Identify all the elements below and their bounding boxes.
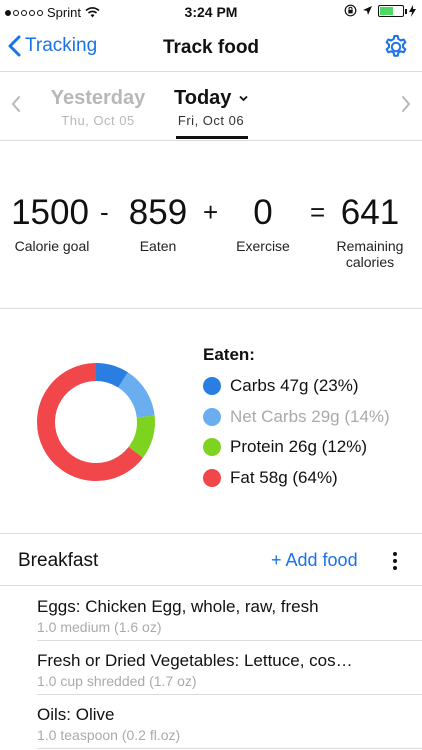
calorie-goal-value: 1500 — [11, 193, 89, 232]
more-options-icon[interactable] — [393, 552, 397, 570]
equals-operator: = — [310, 197, 326, 227]
rotation-lock-icon — [344, 4, 357, 17]
food-serving: 1.0 medium (1.6 oz) — [37, 619, 162, 635]
minus-operator: - — [100, 197, 109, 227]
food-item[interactable]: Eggs: Chicken Egg, whole, raw, fresh 1.0… — [37, 587, 422, 641]
exercise-label: Exercise — [236, 238, 290, 254]
food-serving: 1.0 teaspoon (0.2 fl.oz) — [37, 727, 181, 743]
legend-item-carbs: Carbs 47g (23%) — [203, 371, 390, 402]
food-name: Eggs: Chicken Egg, whole, raw, fresh — [37, 597, 319, 616]
day-date: Thu, Oct 05 — [61, 113, 135, 128]
today-tab[interactable]: Today Fri, Oct 06 — [170, 87, 252, 128]
food-name: Oils: Olive — [37, 705, 115, 724]
donut-segment-net-carbs — [117, 372, 155, 418]
page-title: Track food — [162, 37, 260, 58]
meal-header-breakfast: Breakfast + Add food — [0, 534, 422, 586]
nav-bar: Tracking Track food — [0, 24, 422, 72]
eaten-label: Eaten — [139, 238, 177, 254]
day-switcher: Yesterday Thu, Oct 05 Today Fri, Oct 06 — [0, 73, 422, 141]
add-food-button[interactable]: + Add food — [271, 550, 358, 571]
yesterday-tab[interactable]: Yesterday Thu, Oct 05 — [36, 87, 160, 128]
selected-day-indicator — [176, 136, 248, 139]
location-arrow-icon — [363, 6, 372, 15]
macro-legend: Carbs 47g (23%) Net Carbs 29g (14%) Prot… — [203, 371, 390, 493]
chevron-right-icon[interactable] — [400, 95, 412, 113]
remaining-label: Remaining calories — [336, 238, 404, 270]
day-name: Today — [174, 87, 232, 109]
calorie-goal-label: Calorie goal — [14, 238, 90, 254]
macro-donut-chart — [37, 363, 155, 481]
legend-item-fat: Fat 58g (64%) — [203, 463, 390, 494]
exercise-value: 0 — [253, 193, 273, 232]
carbs-color-dot — [203, 377, 221, 396]
remaining-value: 641 — [340, 193, 400, 232]
donut-segment-protein — [128, 415, 155, 458]
food-item[interactable]: Oils: Olive 1.0 teaspoon (0.2 fl.oz) — [37, 695, 422, 749]
legend-item-net-carbs: Net Carbs 29g (14%) — [203, 402, 390, 433]
net-carbs-color-dot — [203, 407, 221, 426]
food-item[interactable]: Fresh or Dried Vegetables: Lettuce, cos…… — [37, 641, 422, 695]
donut-segment-carbs — [95, 363, 128, 388]
calorie-summary: 1500 Calorie goal - 859 Eaten + 0 Exerci… — [0, 141, 422, 309]
protein-color-dot — [203, 438, 221, 457]
food-name: Fresh or Dried Vegetables: Lettuce, cos… — [37, 651, 353, 670]
day-date: Fri, Oct 06 — [177, 113, 245, 128]
status-bar: Sprint 3:24 PM — [0, 0, 422, 24]
charging-bolt-icon — [409, 4, 416, 17]
meal-title: Breakfast — [18, 550, 99, 571]
chevron-down-icon — [239, 96, 248, 102]
chevron-left-icon[interactable] — [10, 95, 22, 113]
settings-button[interactable] — [382, 33, 410, 66]
day-name: Yesterday — [50, 87, 146, 109]
fat-color-dot — [203, 468, 221, 487]
legend-item-protein: Protein 26g (12%) — [203, 432, 390, 463]
plus-operator: + — [203, 197, 219, 227]
battery-icon — [378, 4, 407, 17]
eaten-heading: Eaten: — [203, 345, 255, 364]
gear-icon — [385, 35, 407, 57]
eaten-value: 859 — [128, 193, 188, 232]
food-serving: 1.0 cup shredded (1.7 oz) — [37, 673, 197, 689]
macro-breakdown: Eaten: Carbs 47g (23%) Net Carbs 29g (14… — [0, 309, 422, 534]
